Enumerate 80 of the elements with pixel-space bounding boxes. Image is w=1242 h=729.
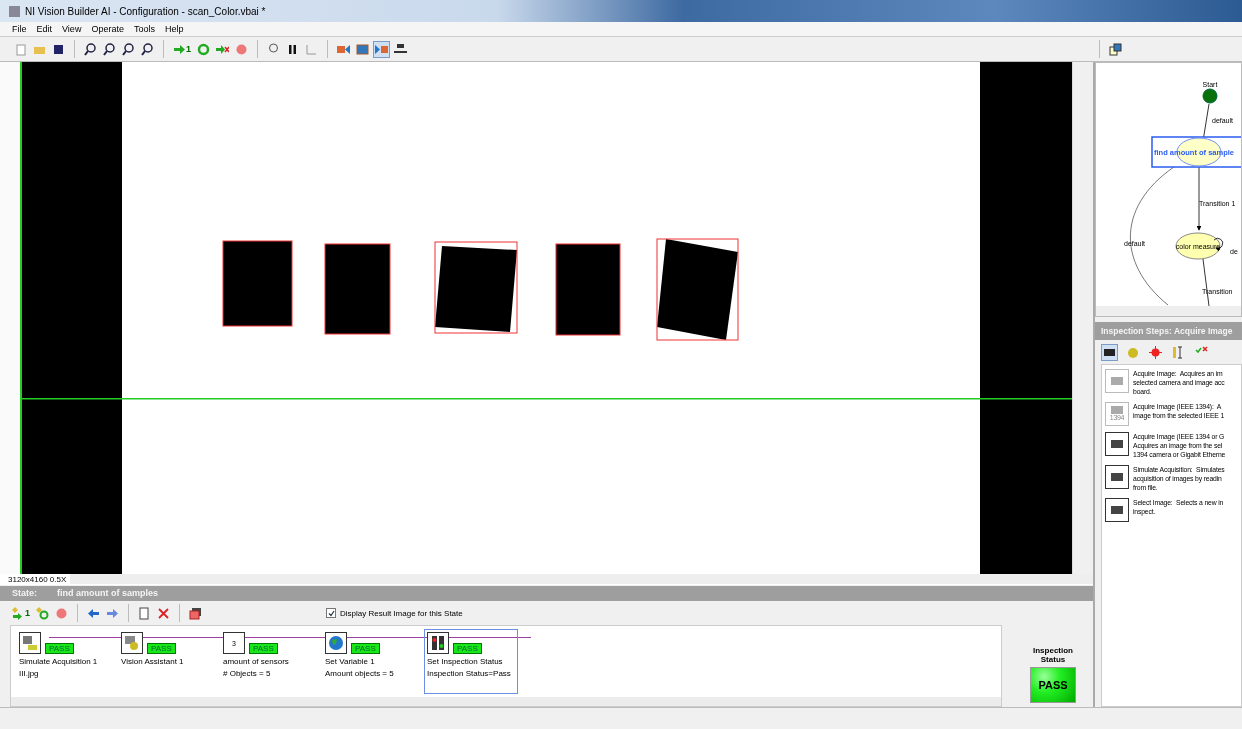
image-arrow-icon: [337, 42, 350, 56]
network-icon: [394, 42, 407, 56]
menu-item[interactable]: View: [62, 24, 82, 34]
pass-badge: PASS: [249, 643, 278, 654]
state-label: State:: [12, 588, 37, 599]
traffic-lights-icon: [427, 632, 449, 654]
state-name: find amount of samples: [57, 588, 159, 599]
step-result: Amount objects = 5: [325, 669, 395, 678]
camera-icon[interactable]: [1105, 369, 1129, 393]
acquire-tab[interactable]: [1101, 343, 1118, 361]
menu-item[interactable]: File: [12, 24, 27, 34]
new-file-icon: [14, 42, 27, 56]
zoom-out-button[interactable]: [101, 40, 118, 58]
globe-icon: [325, 632, 347, 654]
state-node[interactable]: [1175, 232, 1224, 260]
menu-item[interactable]: Edit: [36, 24, 53, 34]
zoom-fit-button[interactable]: [139, 40, 156, 58]
arrow-icon: [173, 42, 186, 56]
checkmark-icon: [327, 609, 335, 617]
pass-badge: PASS: [45, 643, 74, 654]
status-indicator: PASS: [1030, 667, 1076, 703]
inspection-step[interactable]: PASS Simulate Acquisition 1 III.jpg: [16, 629, 110, 694]
inspection-step[interactable]: PASS Vision Assistant 1: [118, 629, 212, 694]
diamond-arrow-icon: [12, 606, 25, 620]
magnifier-icon: [122, 42, 135, 56]
step-name: Set Inspection Status: [427, 657, 504, 666]
magnifier-icon: [141, 42, 154, 56]
menu-item[interactable]: Help: [164, 24, 184, 34]
left-arrow-icon: [87, 606, 100, 620]
window-title: NI Vision Builder AI - Configuration - scan_Color.vbai *: [25, 5, 266, 17]
diamond-cycle-icon: [36, 606, 49, 620]
stacked-windows-icon: [189, 606, 202, 620]
delete-icon: [157, 606, 170, 620]
image-next-button[interactable]: [373, 40, 390, 58]
gears-icon: [1126, 345, 1139, 359]
run-step-button[interactable]: 1: [10, 604, 32, 622]
zoom-in-button[interactable]: [82, 40, 99, 58]
run-state-button[interactable]: [34, 604, 51, 622]
menu-item[interactable]: Operate: [91, 24, 124, 34]
vertical-scrollbar[interactable]: [1072, 62, 1093, 574]
pass-badge: PASS: [147, 643, 176, 654]
stop-icon: [55, 606, 68, 620]
caliper-icon: [1172, 345, 1185, 359]
step-result: III.jpg: [19, 669, 40, 678]
image-icon: [356, 42, 369, 56]
selected-state-node[interactable]: [1151, 136, 1241, 168]
magnifier-icon: [103, 42, 116, 56]
layout-button[interactable]: [1107, 40, 1124, 58]
arrow-image-icon: [375, 42, 388, 56]
horizontal-scrollbar[interactable]: [1096, 306, 1241, 316]
horizontal-scrollbar[interactable]: [70, 574, 1093, 585]
locate-tab[interactable]: [1147, 343, 1164, 361]
step-result: # Objects = 5: [223, 669, 272, 678]
windows-icon: [1109, 42, 1122, 56]
right-arrow-icon: [106, 606, 119, 620]
image-info: 3120x4160 0.5X: [8, 574, 67, 584]
step-result: Inspection Status=Pass: [427, 669, 512, 678]
run-once-button[interactable]: 1: [171, 40, 193, 58]
inspection-step[interactable]: PASS Set Variable 1 Amount objects = 5: [322, 629, 416, 694]
menu-item[interactable]: Tools: [133, 24, 155, 34]
inspection-status-label: Inspection Status: [1032, 646, 1074, 664]
step-name: amount of sensors: [223, 657, 290, 666]
pass-badge: PASS: [453, 643, 482, 654]
inspection-steps-title: Inspection Steps: Acquire Image: [1101, 326, 1233, 336]
inspection-step[interactable]: PASS Set Inspection Status Inspection Status=Pass: [424, 629, 518, 694]
step-name: Vision Assistant 1: [121, 657, 185, 666]
cycle-arrows-icon: [197, 42, 210, 56]
crosshair-icon: [1149, 345, 1162, 359]
display-result-checkbox[interactable]: Display Result Image for this State: [326, 608, 463, 618]
horizontal-scrollbar[interactable]: [11, 697, 1001, 706]
step-name: Simulate Acquisition 1: [19, 657, 99, 666]
step-name: Set Variable 1: [325, 657, 376, 666]
gears-icon: [121, 632, 143, 654]
stop-icon: [235, 42, 248, 56]
app-icon: [8, 4, 21, 18]
start-node[interactable]: [1202, 88, 1218, 104]
pass-badge: PASS: [351, 643, 380, 654]
zoom-actual-button[interactable]: [120, 40, 137, 58]
pause-icon: [286, 42, 299, 56]
magnifier-icon: [84, 42, 97, 56]
